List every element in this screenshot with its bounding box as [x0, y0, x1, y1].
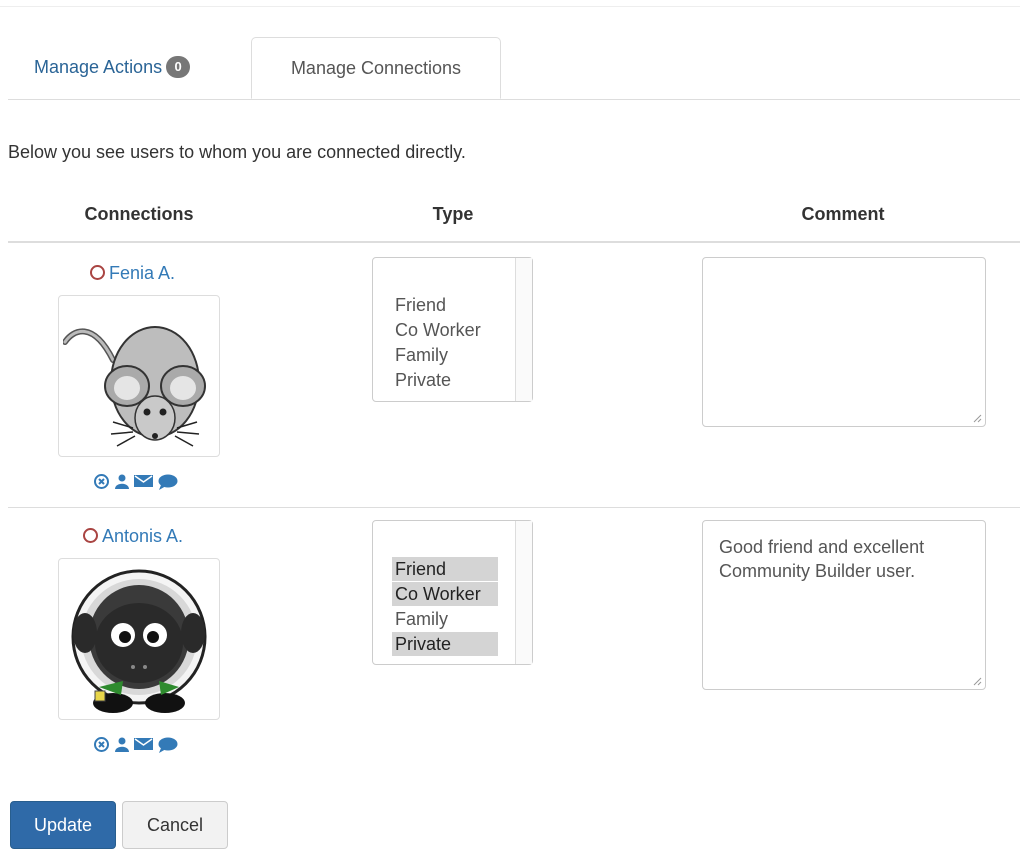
tab-manage-connections-label: Manage Connections [290, 58, 462, 78]
column-header-connections: Connections [84, 204, 194, 224]
comment-text: Good friend and excellent Community Buil… [719, 537, 925, 581]
connection-name-link[interactable]: Fenia A. [90, 263, 175, 284]
connection-name-link[interactable]: Antonis A. [83, 526, 183, 547]
listbox-scrollbar[interactable] [515, 258, 532, 401]
avatar[interactable] [58, 558, 220, 720]
connection-type-select[interactable]: Friend Co Worker Family Private [372, 257, 533, 402]
type-option-family[interactable]: Family [392, 343, 498, 367]
type-option-private[interactable]: Private [392, 368, 498, 392]
type-option-private[interactable]: Private [392, 632, 498, 656]
comment-textarea[interactable] [702, 257, 986, 427]
remove-connection-icon[interactable] [94, 474, 109, 494]
type-option-friend[interactable]: Friend [392, 293, 498, 317]
avatar[interactable] [58, 295, 220, 457]
type-option-co-worker[interactable]: Co Worker [392, 318, 498, 342]
type-option-co-worker[interactable]: Co Worker [392, 582, 498, 606]
table-header-divider [8, 241, 1020, 243]
tab-manage-actions[interactable]: Manage Actions 0 [8, 37, 248, 98]
connection-actions [88, 474, 192, 492]
row-divider [8, 507, 1020, 508]
user-profile-icon[interactable] [115, 474, 129, 494]
user-profile-icon[interactable] [115, 737, 129, 757]
column-header-type: Type [432, 204, 474, 224]
tab-bar: Manage Actions 0 Manage Connections [8, 37, 1020, 100]
envelope-icon[interactable] [134, 474, 153, 493]
tab-manage-connections[interactable]: Manage Connections [251, 37, 501, 99]
intro-text: Below you see users to whom you are conn… [8, 142, 466, 162]
column-header-comment: Comment [801, 204, 885, 224]
comment-textarea[interactable]: Good friend and excellent Community Buil… [702, 520, 986, 690]
sheep-avatar-icon [71, 569, 207, 713]
chat-icon[interactable] [158, 737, 178, 758]
actions-count-badge: 0 [166, 56, 191, 78]
top-divider [0, 6, 1020, 7]
envelope-icon[interactable] [134, 737, 153, 756]
offline-status-icon [83, 528, 98, 543]
mouse-avatar-icon [63, 326, 206, 447]
connection-name: Fenia A. [109, 263, 176, 283]
offline-status-icon [90, 265, 105, 280]
connection-type-select[interactable]: Friend Co Worker Family Private [372, 520, 533, 665]
update-button[interactable]: Update [10, 801, 116, 849]
listbox-scrollbar[interactable] [515, 521, 532, 664]
resize-handle-icon[interactable] [973, 414, 982, 423]
resize-handle-icon[interactable] [973, 677, 982, 686]
type-option-family[interactable]: Family [392, 607, 498, 631]
remove-connection-icon[interactable] [94, 737, 109, 757]
chat-icon[interactable] [158, 474, 178, 495]
tab-manage-actions-label: Manage Actions [34, 57, 163, 77]
cancel-button[interactable]: Cancel [122, 801, 228, 849]
connection-actions [88, 737, 192, 755]
type-option-friend[interactable]: Friend [392, 557, 498, 581]
connection-name: Antonis A. [102, 526, 184, 546]
